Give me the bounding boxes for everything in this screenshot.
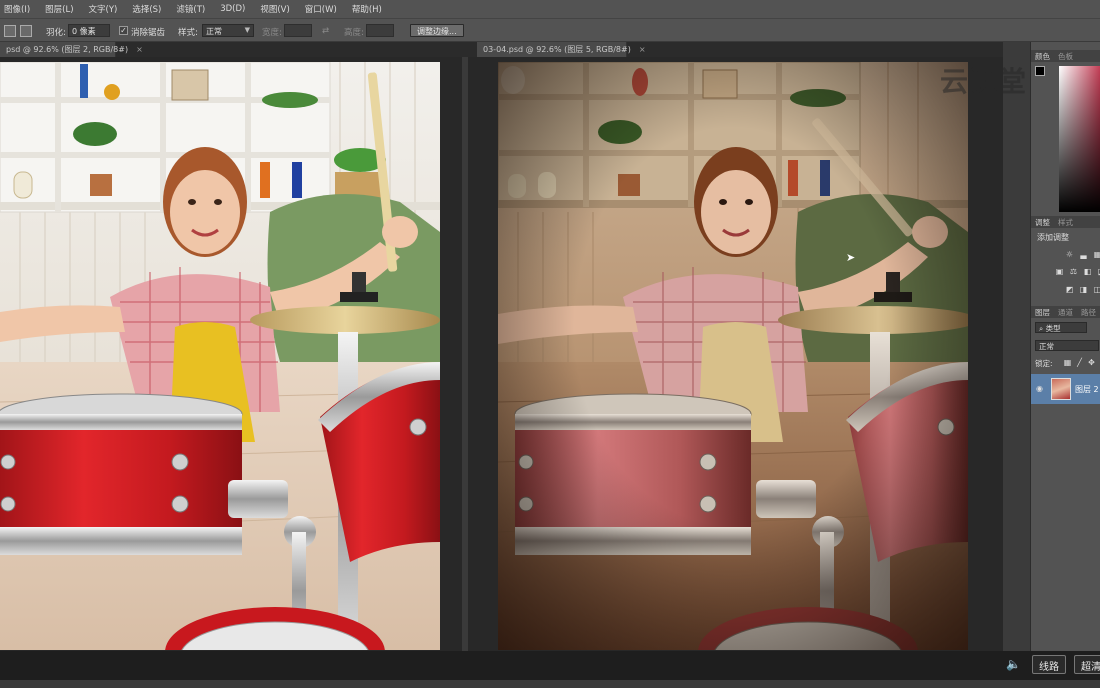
tab-swatches[interactable]: 色板 [1054, 50, 1077, 62]
tab-paths[interactable]: 路径 [1077, 306, 1100, 318]
panel-dock-strip [1003, 42, 1030, 652]
menu-view[interactable]: 视图(V) [260, 3, 289, 15]
lock-label: 锁定: [1035, 359, 1053, 368]
menu-bar: 图像(I) 图层(L) 文字(Y) 选择(S) 滤镜(T) 3D(D) 视图(V… [0, 0, 1100, 18]
menu-filter[interactable]: 滤镜(T) [176, 3, 205, 15]
adjustments-panel-tabs: 调整 样式 [1031, 216, 1100, 228]
tab-channels[interactable]: 通道 [1054, 306, 1077, 318]
menu-3d[interactable]: 3D(D) [220, 4, 245, 14]
lock-brush-icon[interactable]: ╱ [1075, 358, 1084, 367]
watermark-logo: 云课堂 [940, 65, 1028, 98]
vibrance-icon[interactable]: ▣ [1055, 267, 1064, 276]
levels-icon[interactable]: ▃ [1079, 250, 1088, 259]
color-panel-tabs: 颜色 色板 [1031, 50, 1100, 62]
route-button[interactable]: 线路 [1032, 655, 1066, 674]
bw-icon[interactable]: ◧ [1083, 267, 1092, 276]
chevron-down-icon: ▼ [244, 26, 250, 34]
feather-input[interactable]: 0 像素 [68, 24, 110, 37]
tab-document-right[interactable]: 03-04.psd @ 92.6% (图层 5, RGB/8#) × [477, 42, 646, 57]
options-bar: 羽化: 0 像素 ✓ 消除锯齿 样式: 正常 ▼ 宽度: ⇄ 高度: 调整边缘..… [0, 18, 1100, 42]
layers-panel-tabs: 图层 通道 路径 [1031, 306, 1100, 318]
layer-thumbnail [1051, 378, 1071, 400]
layer-kind-filter[interactable]: ⌕ 类型 [1035, 322, 1087, 333]
menu-image[interactable]: 图像(I) [4, 3, 30, 15]
tab-styles[interactable]: 样式 [1054, 216, 1077, 228]
mouse-cursor-icon: ➤ [846, 251, 856, 264]
lock-move-icon[interactable]: ✥ [1087, 358, 1096, 367]
curves-icon[interactable]: ▦ [1093, 250, 1100, 259]
tab-adjustments[interactable]: 调整 [1031, 216, 1054, 228]
menu-layer[interactable]: 图层(L) [45, 3, 73, 15]
brightness-icon[interactable]: ☼ [1065, 250, 1074, 259]
menu-window[interactable]: 窗口(W) [305, 3, 337, 15]
tab-layers[interactable]: 图层 [1031, 306, 1054, 318]
tab-document-left[interactable]: psd @ 92.6% (图层 2, RGB/8#) × [0, 42, 143, 57]
close-icon[interactable]: × [136, 45, 143, 54]
tab-color[interactable]: 颜色 [1031, 50, 1054, 62]
blend-mode-select[interactable]: 正常 [1035, 340, 1099, 351]
tab-document-right-label: 03-04.psd @ 92.6% (图层 5, RGB/8#) [483, 45, 631, 54]
layer-name: 图层 2 [1075, 385, 1099, 394]
right-panels: 颜色 色板 调整 样式 添加调整 ☼ ▃ ▦ ▣ ⚖ ◧ ◪ ◩ ◨ ◫ 图层 … [1030, 42, 1100, 652]
invert-icon[interactable]: ◩ [1065, 285, 1074, 294]
selection-add-icon[interactable] [20, 25, 32, 37]
layer-row-selected[interactable]: ◉ 图层 2 [1031, 374, 1100, 404]
close-icon[interactable]: × [639, 45, 646, 54]
quality-button[interactable]: 超清 [1074, 655, 1100, 674]
video-progress-bar[interactable] [0, 680, 1100, 688]
swap-icon[interactable]: ⇄ [322, 26, 329, 36]
layer-kind-value: 类型 [1045, 324, 1061, 333]
menu-help[interactable]: 帮助(H) [352, 3, 382, 15]
tab-document-left-label: psd @ 92.6% (图层 2, RGB/8#) [6, 45, 129, 54]
height-input[interactable] [366, 24, 394, 37]
volume-icon[interactable]: 🔈 [1006, 657, 1021, 671]
document-image-adjusted[interactable] [498, 62, 968, 650]
width-label: 宽度: [262, 28, 282, 38]
style-select[interactable]: 正常 ▼ [202, 24, 254, 37]
document-image-original[interactable] [0, 62, 440, 650]
style-select-value: 正常 [206, 27, 222, 36]
selection-new-icon[interactable] [4, 25, 16, 37]
color-picker-field[interactable] [1059, 66, 1100, 212]
add-adjustment-title: 添加调整 [1037, 233, 1069, 242]
menu-type[interactable]: 文字(Y) [89, 3, 118, 15]
refine-edge-button[interactable]: 调整边缘... [410, 24, 464, 37]
antialias-label: 消除锯齿 [131, 28, 166, 38]
eye-icon[interactable]: ◉ [1036, 384, 1043, 393]
lock-pixels-icon[interactable]: ▦ [1063, 358, 1072, 367]
antialias-checkbox[interactable]: ✓ [119, 26, 128, 35]
menu-select[interactable]: 选择(S) [132, 3, 161, 15]
gradient-map-icon[interactable]: ◫ [1093, 285, 1100, 294]
feather-label: 羽化: [46, 28, 66, 38]
scales-icon[interactable]: ⚖ [1069, 267, 1078, 276]
height-label: 高度: [344, 28, 364, 38]
style-label: 样式: [178, 28, 198, 38]
foreground-color-swatch[interactable] [1035, 66, 1045, 76]
threshold-icon[interactable]: ◨ [1079, 285, 1088, 294]
width-input[interactable] [284, 24, 312, 37]
